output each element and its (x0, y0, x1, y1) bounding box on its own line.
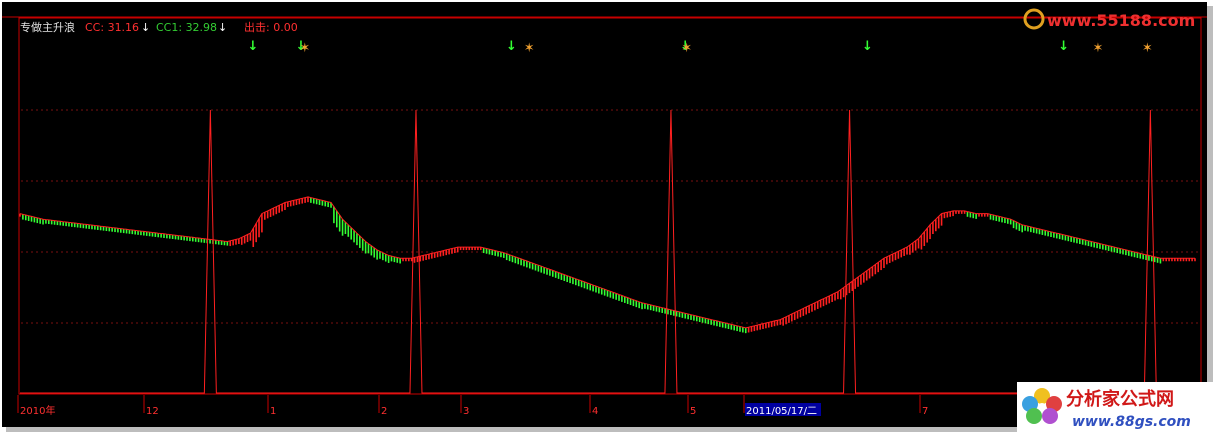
down-arrow-icon: ↓ (506, 39, 517, 54)
x-tick-label: 2 (381, 406, 387, 417)
watermark-url: www.88gs.com (1072, 414, 1191, 430)
runner-icon: ✶ (1092, 41, 1103, 56)
x-tick-label: 7 (922, 406, 928, 417)
cc1-down-arrow-icon: ↓ (218, 21, 227, 34)
x-tick-label: 2010年 (20, 404, 55, 417)
bottom-watermark: 分析家公式网 www.88gs.com (1017, 382, 1213, 434)
runner-icon: ✶ (524, 41, 535, 56)
x-tick-label: 3 (463, 406, 469, 417)
indicator-name: 专做主升浪 (20, 20, 75, 34)
x-tick-label: 4 (592, 406, 598, 417)
watermark-title: 分析家公式网 (1066, 388, 1174, 410)
down-arrow-icon: ↓ (247, 39, 258, 54)
runner-icon: ✶ (681, 41, 692, 56)
chart-background (2, 2, 1207, 427)
x-tick-label: 5 (690, 406, 696, 417)
x-tick-label: 2011/05/17/二 (746, 406, 817, 417)
top-watermark: www.55188.com (1023, 8, 1195, 30)
cc1-value: CC1: 32.98 (156, 21, 217, 34)
x-tick-label: 1 (270, 406, 276, 417)
watermark-top-text: www.55188.com (1047, 11, 1195, 30)
runner-icon: ✶ (1142, 41, 1153, 56)
runner-icon: ✶ (299, 41, 310, 56)
down-arrow-icon: ↓ (1058, 39, 1069, 54)
cc-down-arrow-icon: ↓ (141, 21, 150, 34)
attack-value: 出击: 0.00 (244, 20, 298, 34)
indicator-chart[interactable]: ↓ ↓ ↓ ↓ ↓ ↓✶ ✶ ✶ ✶ ✶ 专做主升浪 CC: 31.16 ↓ CC1: 32.98… (0, 0, 1217, 437)
down-arrow-icon: ↓ (862, 39, 873, 54)
cc-value: CC: 31.16 (85, 21, 139, 34)
x-tick-label: 12 (146, 406, 159, 417)
